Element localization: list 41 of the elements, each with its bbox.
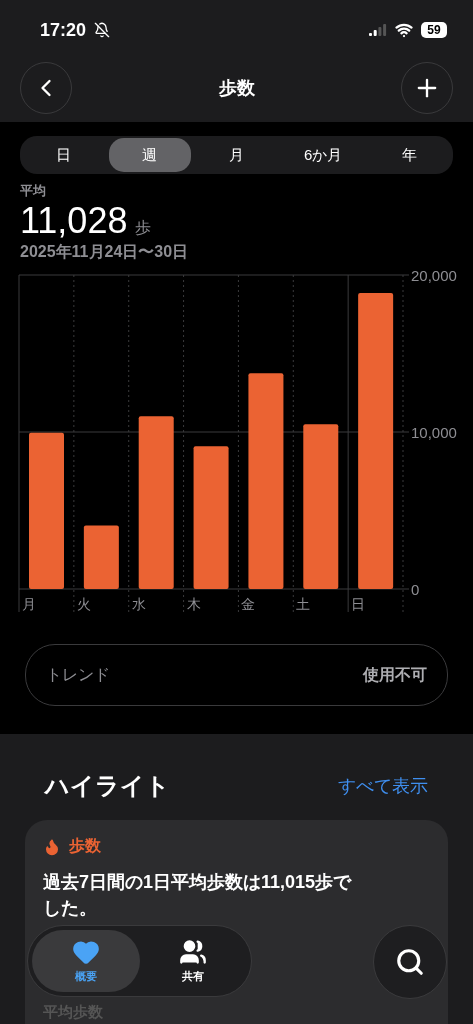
tab-bar-item[interactable]: 概要 <box>32 930 140 992</box>
day-label: 月 <box>22 596 36 612</box>
trend-value: 使用不可 <box>363 664 427 685</box>
axis-label: 20,000 <box>411 267 457 284</box>
day-label: 木 <box>186 596 201 612</box>
day-label: 水 <box>131 596 146 612</box>
average-label: 平均 <box>20 182 47 200</box>
add-button[interactable] <box>401 62 453 114</box>
page-title: 歩数 <box>218 77 255 100</box>
axis-label: 10,000 <box>411 424 457 441</box>
signal-icon <box>369 24 387 36</box>
unit-label: 歩 <box>135 218 152 238</box>
range-tab[interactable]: 日 <box>22 138 105 172</box>
heart-icon <box>71 938 100 966</box>
day-label: 土 <box>296 596 311 612</box>
trend-row[interactable]: トレンド 使用不可 <box>25 644 448 706</box>
range-tab[interactable]: 年 <box>368 138 451 172</box>
trend-label: トレンド <box>46 664 110 685</box>
tab-bar-item[interactable]: 共有 <box>139 930 247 992</box>
average-value: 11,028 <box>20 200 128 242</box>
bell-off-icon <box>94 22 111 38</box>
flame-icon <box>43 837 61 856</box>
card-category: 歩数 <box>69 836 101 856</box>
show-all-link[interactable]: すべて表示 <box>338 774 428 798</box>
axis-label: 0 <box>411 581 420 598</box>
day-label: 火 <box>76 596 91 612</box>
back-button[interactable] <box>20 62 72 114</box>
wifi-icon <box>395 21 413 39</box>
battery-icon: 59 <box>421 22 447 38</box>
bar <box>83 525 119 589</box>
status-time: 17:20 <box>40 19 87 41</box>
date-range: 2025年11月24日〜30日 <box>20 242 190 262</box>
day-label: 金 <box>241 596 256 612</box>
range-tab[interactable]: 6か月 <box>281 138 365 172</box>
range-tab[interactable]: 週 <box>108 138 192 172</box>
range-tab[interactable]: 月 <box>195 138 278 172</box>
people-icon <box>179 938 208 966</box>
section-title: ハイライト <box>45 771 170 801</box>
day-label: 日 <box>351 596 366 612</box>
search-icon <box>395 947 425 977</box>
highlight-text: 過去7日間の1日平均歩数は11,015歩でした。 <box>43 871 353 921</box>
